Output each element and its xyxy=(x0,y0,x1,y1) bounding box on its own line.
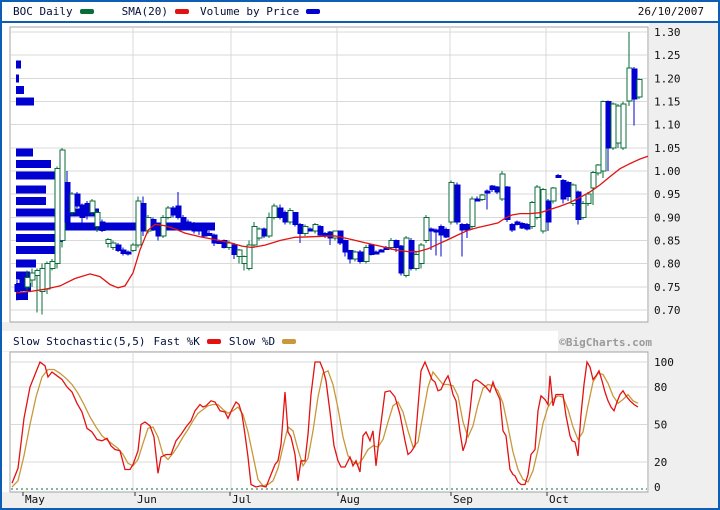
sma-series-swatch-icon xyxy=(175,9,189,14)
stochastic-tick-label: 100 xyxy=(654,356,674,369)
stochastic-k-swatch-icon xyxy=(207,339,221,344)
month-label: Sep xyxy=(453,493,473,506)
price-tick-label: 1.05 xyxy=(654,142,681,155)
price-tick-label: 0.75 xyxy=(654,281,681,294)
price-tick-label: 1.10 xyxy=(654,119,681,132)
price-tick-label: 0.90 xyxy=(654,211,681,224)
stochastic-tick-label: 50 xyxy=(654,419,667,432)
stochastic-legend: Slow Stochastic(5,5) Fast %K Slow %D xyxy=(2,331,558,351)
legend-divider xyxy=(2,21,718,23)
legend-label-volume-by-price: Volume by Price xyxy=(200,5,299,18)
legend-label-sma: SMA(20) xyxy=(122,5,168,18)
stochastic-tick-label: 0 xyxy=(654,481,661,494)
stochastic-title: Slow Stochastic(5,5) xyxy=(13,335,145,348)
price-series-swatch-icon xyxy=(80,9,94,14)
legend-label-price: BOC Daily xyxy=(13,5,73,18)
month-label: Aug xyxy=(340,493,360,506)
price-tick-label: 0.80 xyxy=(654,258,681,271)
main-chart-legend: BOC Daily SMA(20) Volume by Price 26/10/… xyxy=(2,2,718,21)
chart-canvas: 1.30 1.25 1.20 1.15 1.10 1.05 1.00 0.95 0.90 0.85… xyxy=(0,0,720,510)
bigcharts-credit: ©BigCharts.com xyxy=(556,336,652,349)
month-label: May xyxy=(25,493,45,506)
legend-item-volume-by-price: Volume by Price xyxy=(200,5,320,18)
volume-by-price-swatch-icon xyxy=(306,9,320,14)
price-tick-label: 1.30 xyxy=(654,26,681,39)
legend-item-price: BOC Daily xyxy=(13,5,94,18)
month-label: Jul xyxy=(232,493,252,506)
stochastic-d-label: Slow %D xyxy=(229,335,275,348)
stochastic-tick-label: 20 xyxy=(654,456,667,469)
price-tick-label: 0.95 xyxy=(654,188,681,201)
price-tick-label: 0.70 xyxy=(654,304,681,317)
price-tick-label: 1.00 xyxy=(654,165,681,178)
chart-date-label: 26/10/2007 xyxy=(638,5,704,18)
stochastic-tick-label: 80 xyxy=(654,381,667,394)
price-tick-label: 1.25 xyxy=(654,49,681,62)
month-label: Oct xyxy=(549,493,569,506)
price-tick-label: 1.15 xyxy=(654,96,681,109)
price-tick-label: 1.20 xyxy=(654,72,681,85)
price-tick-label: 0.85 xyxy=(654,235,681,248)
month-label: Jun xyxy=(137,493,157,506)
stochastic-d-swatch-icon xyxy=(282,339,296,344)
stochastic-k-label: Fast %K xyxy=(153,335,199,348)
legend-item-sma: SMA(20) xyxy=(122,5,189,18)
